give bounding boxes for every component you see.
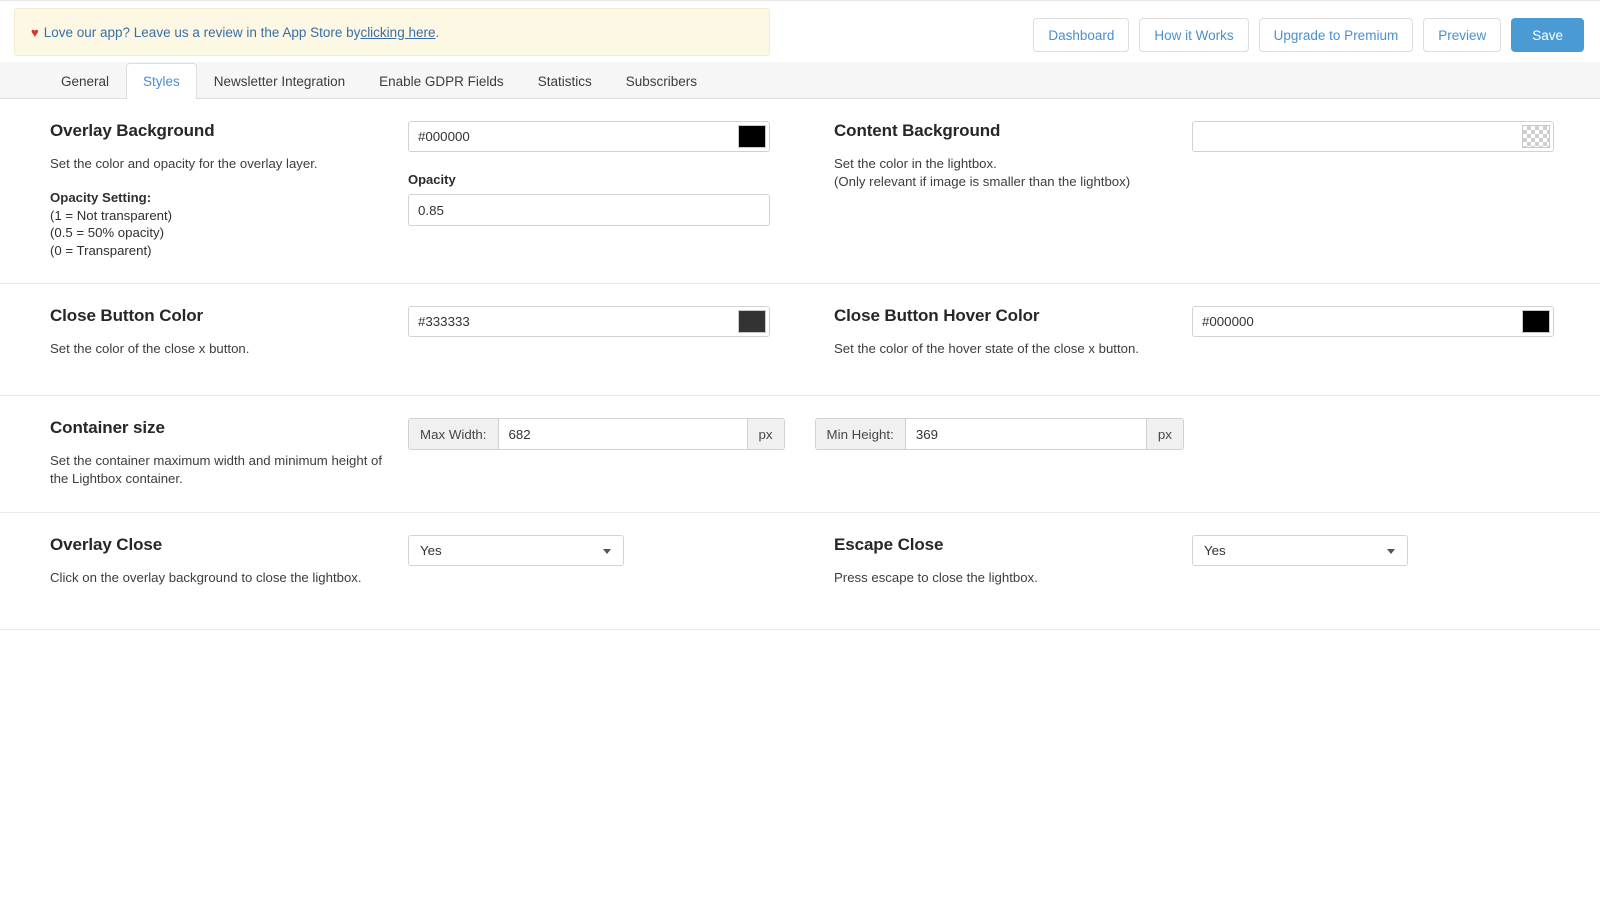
content-background-title: Content Background [834, 121, 1001, 140]
container-size-description-line-2: the Lightbox container. [50, 471, 183, 486]
overlay-background-color-input[interactable]: #000000 [408, 121, 770, 152]
content-background-description-line-2: (Only relevant if image is smaller than … [834, 174, 1131, 189]
container-size-labels: Container size Set the container maximum… [50, 418, 408, 488]
overlay-close-description: Click on the overlay background to close… [50, 570, 362, 585]
overlay-background-color-swatch[interactable] [738, 125, 766, 148]
tab-styles[interactable]: Styles [126, 63, 197, 99]
dashboard-button[interactable]: Dashboard [1033, 18, 1130, 52]
notice-text: Love our app? Leave us a review in the A… [43, 24, 361, 40]
content-background-color-swatch[interactable] [1522, 125, 1550, 148]
close-button-hover-color-labels: Close Button Hover Color Set the color o… [834, 306, 1192, 371]
close-button-color-swatch[interactable] [738, 310, 766, 333]
escape-close-title: Escape Close [834, 535, 944, 554]
close-button-hover-color-fields: #000000 [1192, 306, 1600, 371]
overlay-close-title: Overlay Close [50, 535, 163, 554]
tab-general[interactable]: General [44, 63, 126, 99]
close-button-hover-color-input[interactable]: #000000 [1192, 306, 1554, 337]
close-button-color-input[interactable]: #333333 [408, 306, 770, 337]
chevron-down-icon [1387, 548, 1395, 554]
top-bar: ♥ Love our app? Leave us a review in the… [0, 0, 1600, 62]
container-size-description-line-1: Set the container maximum width and mini… [50, 453, 383, 468]
tab-newsletter-integration[interactable]: Newsletter Integration [197, 63, 362, 99]
escape-close-section: Escape Close Press escape to close the l… [800, 535, 1600, 605]
container-size-title: Container size [50, 418, 165, 437]
opacity-help-line-2: (0.5 = 50% opacity) [50, 225, 164, 240]
opacity-help-line-1: (1 = Not transparent) [50, 207, 173, 223]
close-button-color-value: #333333 [418, 314, 470, 329]
save-button[interactable]: Save [1511, 18, 1584, 52]
max-width-input[interactable]: 682 [498, 419, 747, 449]
row-container-size: Container size Set the container maximum… [0, 396, 1600, 513]
tab-subscribers[interactable]: Subscribers [609, 63, 714, 99]
overlay-background-description: Set the color and opacity for the overla… [50, 156, 318, 171]
overlay-close-section: Overlay Close Click on the overlay backg… [0, 535, 800, 605]
overlay-close-fields: Yes [408, 535, 800, 605]
page-empty-area [0, 630, 1600, 890]
clicking-here-link[interactable]: clicking here [360, 25, 435, 40]
close-button-color-title: Close Button Color [50, 306, 204, 325]
escape-close-labels: Escape Close Press escape to close the l… [834, 535, 1192, 605]
close-button-hover-color-swatch[interactable] [1522, 310, 1550, 333]
close-button-hover-color-description: Set the color of the hover state of the … [834, 341, 1139, 356]
preview-button[interactable]: Preview [1423, 18, 1502, 52]
close-button-hover-color-value: #000000 [1202, 314, 1254, 329]
close-button-color-labels: Close Button Color Set the color of the … [50, 306, 408, 371]
overlay-close-labels: Overlay Close Click on the overlay backg… [50, 535, 408, 605]
escape-close-fields: Yes [1192, 535, 1600, 605]
row-backgrounds: Overlay Background Set the color and opa… [0, 99, 1600, 284]
overlay-background-fields: #000000 Opacity 0.85 [408, 121, 800, 259]
app-review-notice: ♥ Love our app? Leave us a review in the… [14, 8, 770, 56]
min-height-input-group: Min Height: 369 px [814, 418, 1184, 450]
opacity-label: Opacity [408, 172, 456, 187]
overlay-background-labels: Overlay Background Set the color and opa… [50, 121, 408, 259]
chevron-down-icon [603, 548, 611, 554]
how-it-works-button[interactable]: How it Works [1139, 18, 1249, 52]
row-close-behaviour: Overlay Close Click on the overlay backg… [0, 513, 1600, 630]
header-actions: Dashboard How it Works Upgrade to Premiu… [1033, 18, 1584, 52]
row-close-button-colors: Close Button Color Set the color of the … [0, 284, 1600, 396]
opacity-help-line-3: (0 = Transparent) [50, 242, 152, 258]
tab-statistics[interactable]: Statistics [521, 63, 609, 99]
escape-close-selected-value: Yes [1204, 543, 1226, 558]
min-height-label: Min Height: [815, 419, 906, 449]
content-background-fields [1192, 121, 1600, 259]
overlay-close-selected-value: Yes [420, 543, 442, 558]
max-width-unit: px [746, 419, 784, 449]
close-button-color-description: Set the color of the close x button. [50, 341, 250, 356]
upgrade-to-premium-button[interactable]: Upgrade to Premium [1258, 18, 1414, 52]
container-size-fields: Max Width: 682 px Min Height: 369 px [408, 418, 1184, 488]
notice-text-suffix: . [435, 24, 440, 40]
content-background-labels: Content Background Set the color in the … [834, 121, 1192, 259]
container-size-section: Container size Set the container maximum… [0, 418, 1184, 488]
overlay-background-color-value: #000000 [418, 129, 470, 144]
tab-bar: General Styles Newsletter Integration En… [0, 62, 1600, 99]
escape-close-select[interactable]: Yes [1192, 535, 1408, 566]
opacity-help-text: Opacity Setting: (1 = Not transparent) (… [50, 189, 398, 259]
container-size-input-groups: Max Width: 682 px Min Height: 369 px [408, 418, 1184, 450]
close-button-hover-color-title: Close Button Hover Color [834, 306, 1040, 325]
close-button-color-fields: #333333 [408, 306, 800, 371]
opacity-help-title: Opacity Setting: [50, 190, 152, 205]
overlay-close-select[interactable]: Yes [408, 535, 624, 566]
min-height-input[interactable]: 369 [905, 419, 1146, 449]
close-button-hover-color-section: Close Button Hover Color Set the color o… [800, 306, 1600, 371]
heart-icon: ♥ [31, 24, 39, 40]
escape-close-description: Press escape to close the lightbox. [834, 570, 1038, 585]
content-background-section: Content Background Set the color in the … [800, 121, 1600, 259]
opacity-input[interactable]: 0.85 [408, 194, 770, 226]
overlay-background-section: Overlay Background Set the color and opa… [0, 121, 800, 259]
content-background-color-input[interactable] [1192, 121, 1554, 152]
close-button-color-section: Close Button Color Set the color of the … [0, 306, 800, 371]
content-background-description-line-1: Set the color in the lightbox. [834, 156, 997, 171]
tab-enable-gdpr-fields[interactable]: Enable GDPR Fields [362, 63, 521, 99]
min-height-unit: px [1145, 419, 1183, 449]
max-width-input-group: Max Width: 682 px [408, 418, 785, 450]
max-width-label: Max Width: [409, 419, 499, 449]
styles-settings-content: Overlay Background Set the color and opa… [0, 99, 1600, 890]
overlay-background-title: Overlay Background [50, 121, 215, 140]
